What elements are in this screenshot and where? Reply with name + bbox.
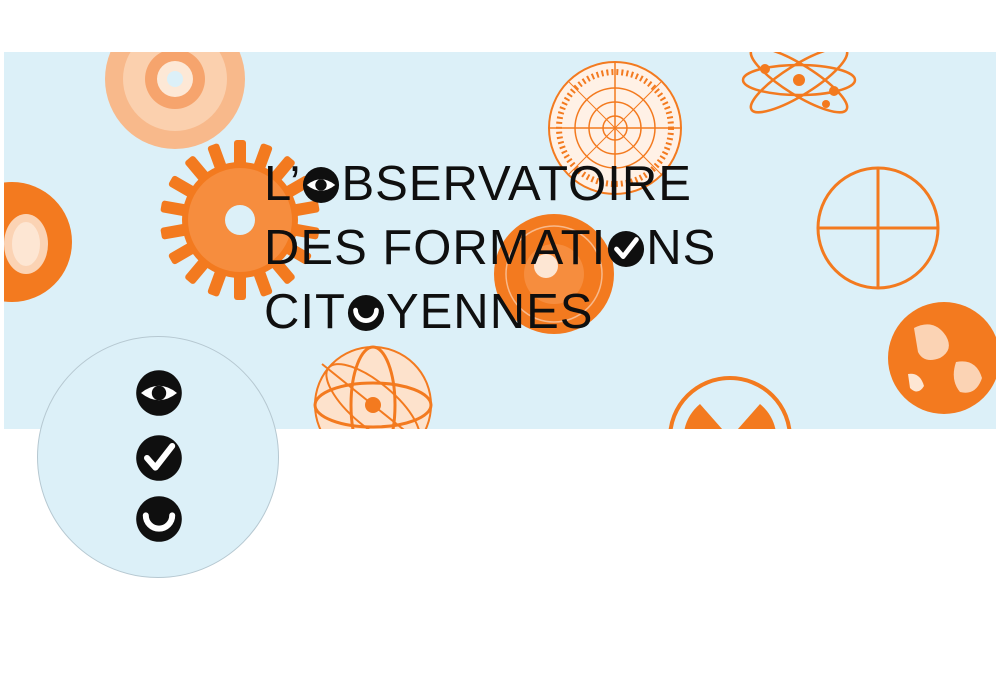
title-line-1-b: BSERVATOIRE <box>341 157 692 211</box>
title-line-3-b: YENNES <box>385 285 594 339</box>
radiation-symbol-icon <box>668 376 792 429</box>
eye-icon <box>303 166 340 204</box>
smile-icon <box>347 294 384 332</box>
check-icon <box>608 230 645 268</box>
earth-crossed-circle-icon <box>816 166 940 290</box>
atom-icon <box>741 52 857 114</box>
armillary-sphere-icon <box>313 345 433 429</box>
orange-texture-circle-icon <box>4 182 72 302</box>
title-line-1-a: L’ <box>264 157 302 211</box>
title-line-2: DES FORMATI NS <box>264 216 716 280</box>
avatar[interactable] <box>37 336 279 578</box>
page: L’ BSERVATOIRE DES FORMATI NS CIT YENNES <box>0 0 1000 692</box>
title-line-2-a: DES FORMATI <box>264 221 607 275</box>
earth-planet-icon <box>888 302 996 414</box>
title-line-3-a: CIT <box>264 285 346 339</box>
title-line-1: L’ BSERVATOIRE <box>264 152 716 216</box>
eye-icon <box>136 370 182 416</box>
check-icon <box>136 435 182 481</box>
smile-icon <box>136 496 182 542</box>
title-line-3: CIT YENNES <box>264 280 716 344</box>
page-title: L’ BSERVATOIRE DES FORMATI NS CIT YENNES <box>264 152 716 344</box>
title-line-2-b: NS <box>646 221 717 275</box>
